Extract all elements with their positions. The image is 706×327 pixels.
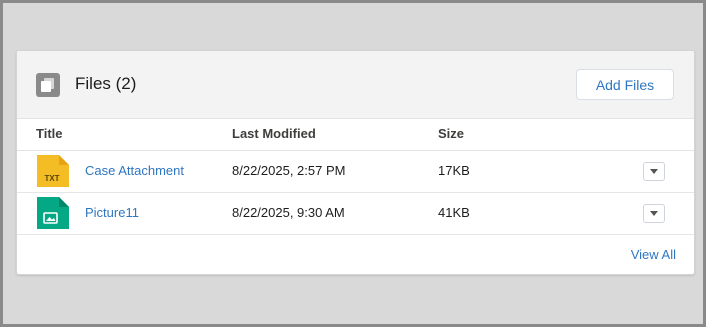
row-actions-button[interactable]	[643, 162, 665, 181]
chevron-down-icon	[650, 169, 658, 174]
files-related-list-card: Files (2) Add Files Title Last Modified …	[16, 50, 695, 275]
column-header-title[interactable]: Title	[36, 126, 63, 141]
txt-file-label: TXT	[44, 174, 60, 183]
files-icon	[36, 73, 60, 97]
column-header-last-modified[interactable]: Last Modified	[232, 126, 316, 141]
row-actions-button[interactable]	[643, 204, 665, 223]
view-all-link[interactable]: View All	[631, 247, 676, 262]
image-file-icon	[37, 197, 69, 229]
txt-file-icon: TXT	[37, 155, 69, 187]
last-modified-value: 8/22/2025, 9:30 AM	[232, 205, 345, 220]
last-modified-value: 8/22/2025, 2:57 PM	[232, 163, 346, 178]
file-size-value: 17KB	[438, 163, 470, 178]
file-title-link[interactable]: Case Attachment	[85, 163, 184, 178]
card-header: Files (2) Add Files	[17, 51, 694, 119]
card-title: Files (2)	[75, 74, 137, 93]
add-files-button[interactable]: Add Files	[576, 69, 674, 100]
chevron-down-icon	[650, 211, 658, 216]
table-row: TXT Case Attachment 8/22/2025, 2:57 PM 1…	[17, 151, 694, 193]
screenshot-frame: Files (2) Add Files Title Last Modified …	[0, 0, 706, 327]
column-header-size[interactable]: Size	[438, 126, 464, 141]
file-title-link[interactable]: Picture11	[85, 205, 139, 220]
table-header: Title Last Modified Size	[17, 118, 694, 151]
table-row: Picture11 8/22/2025, 9:30 AM 41KB	[17, 193, 694, 235]
file-size-value: 41KB	[438, 205, 470, 220]
